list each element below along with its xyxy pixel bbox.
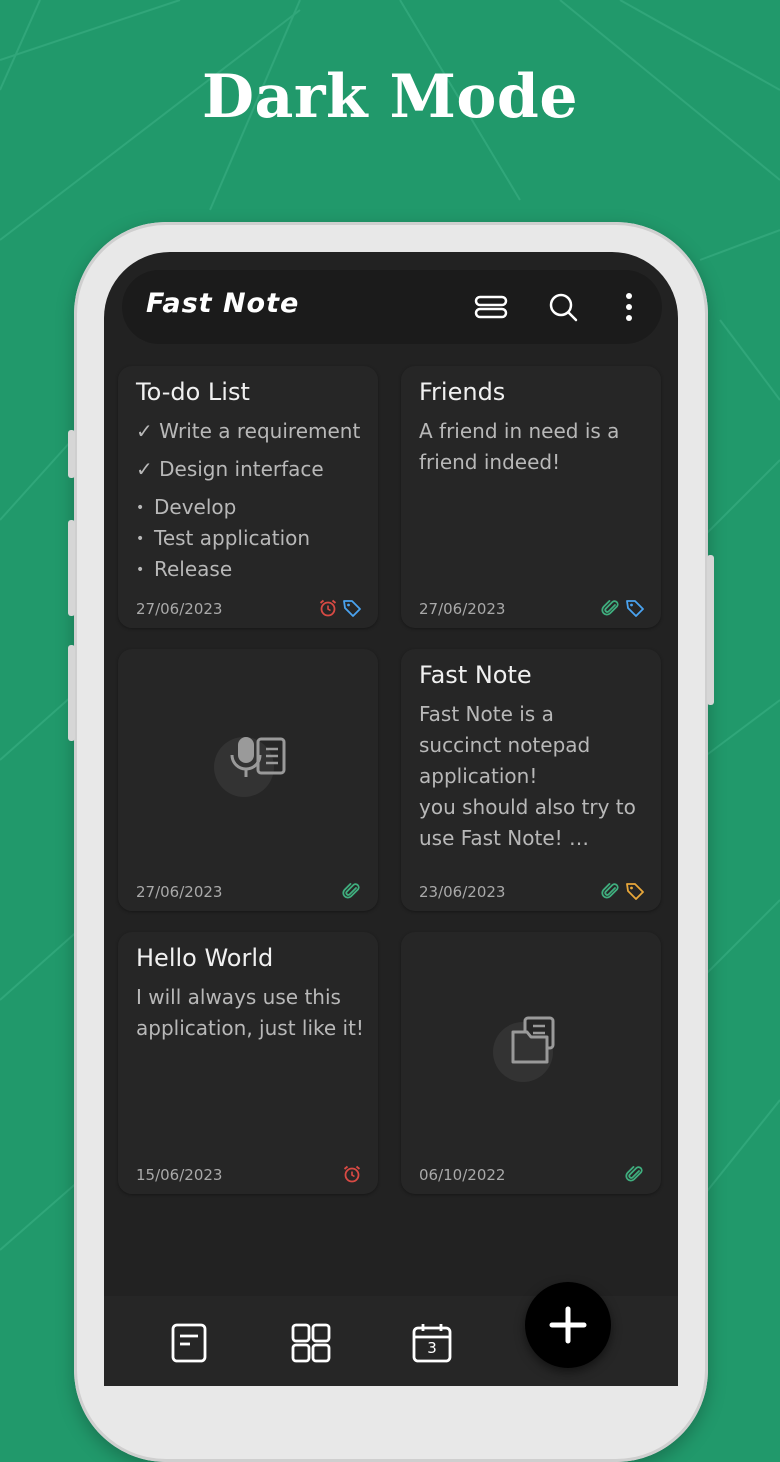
todo-text: Release [154,557,233,581]
todo-text: Test application [154,526,311,550]
attachment-icon [625,1166,643,1182]
note-date: 23/06/2023 [419,883,506,901]
side-button [68,520,75,616]
note-body: A friend in need is a friend indeed! [419,419,620,474]
check-mark: ✓ [136,457,153,481]
note-card-files[interactable]: 06/10/2022 [401,932,661,1194]
app-title: Fast Note [146,288,300,319]
headline: Dark Mode [201,62,579,132]
note-body-line: application! [419,764,538,788]
folder-files-icon [493,1016,555,1082]
note-body-line: you should also try to [419,795,636,819]
note-indicators [318,598,362,618]
tag-icon [626,883,644,900]
note-body: I will always use this application, just… [136,985,364,1040]
note-indicators [342,1164,362,1184]
todo-list: ✓ Write a requirement ✓ Design interface… [136,416,372,585]
note-title: Fast Note [419,661,532,689]
todo-text: Design interface [159,457,324,481]
todo-item[interactable]: ✓ Design interface [136,454,372,492]
notes-icon[interactable] [168,1322,210,1364]
note-card-friends[interactable]: Friends A friend in need is a friend ind… [401,366,661,628]
voice-note-icon [214,737,286,797]
todo-text: Write a requirement [159,419,361,443]
add-icon [549,1306,587,1344]
side-button [68,430,75,478]
note-card-voice[interactable]: 27/06/2023 [118,649,378,911]
calendar-icon[interactable]: 3 [411,1322,453,1364]
note-indicators [601,881,645,901]
note-card-todo[interactable]: To-do List ✓ Write a requirement ✓ Desig… [118,366,378,628]
attachment-icon [601,600,619,616]
add-note-button[interactable] [525,1282,611,1368]
alarm-icon [319,599,337,617]
side-button [707,555,714,705]
side-button [68,645,75,741]
bullet-mark: • [136,562,145,578]
layout-toggle-icon[interactable] [474,290,508,324]
attachment-icon [342,883,360,899]
attachment-icon [601,883,619,899]
note-date: 27/06/2023 [419,600,506,618]
tag-icon [343,600,361,617]
todo-item[interactable]: • Develop [136,492,372,523]
note-card-hello-world[interactable]: Hello World I will always use this appli… [118,932,378,1194]
check-mark: ✓ [136,419,153,443]
note-title: To-do List [136,378,250,406]
note-indicators [342,881,362,901]
note-body-line: Fast Note is a [419,702,554,726]
app-bar: Fast Note [122,270,662,344]
note-date: 15/06/2023 [136,1166,223,1184]
bullet-mark: • [136,500,145,516]
todo-item[interactable]: • Release [136,554,372,585]
alarm-icon [343,1165,361,1183]
note-date: 27/06/2023 [136,600,223,618]
app-screen: Fast Note To-do List ✓ Write a requireme… [104,252,678,1386]
tag-icon [626,600,644,617]
note-title: Hello World [136,944,274,972]
search-icon[interactable] [546,290,580,324]
note-date: 06/10/2022 [419,1166,506,1184]
grid-icon[interactable] [290,1322,332,1364]
note-date: 27/06/2023 [136,883,223,901]
note-body-line: use Fast Note! … [419,826,590,850]
note-body: Fast Note is a succinct notepad applicat… [419,699,655,854]
todo-item[interactable]: ✓ Write a requirement [136,416,372,454]
note-indicators [601,598,645,618]
note-indicators [625,1164,645,1184]
todo-item[interactable]: • Test application [136,523,372,554]
todo-text: Develop [154,495,237,519]
calendar-day: 3 [427,1339,437,1357]
note-title: Friends [419,378,506,406]
bullet-mark: • [136,531,145,547]
note-body-line: succinct notepad [419,733,591,757]
note-card-fast-note[interactable]: Fast Note Fast Note is a succinct notepa… [401,649,661,911]
more-vert-icon[interactable] [612,290,646,324]
